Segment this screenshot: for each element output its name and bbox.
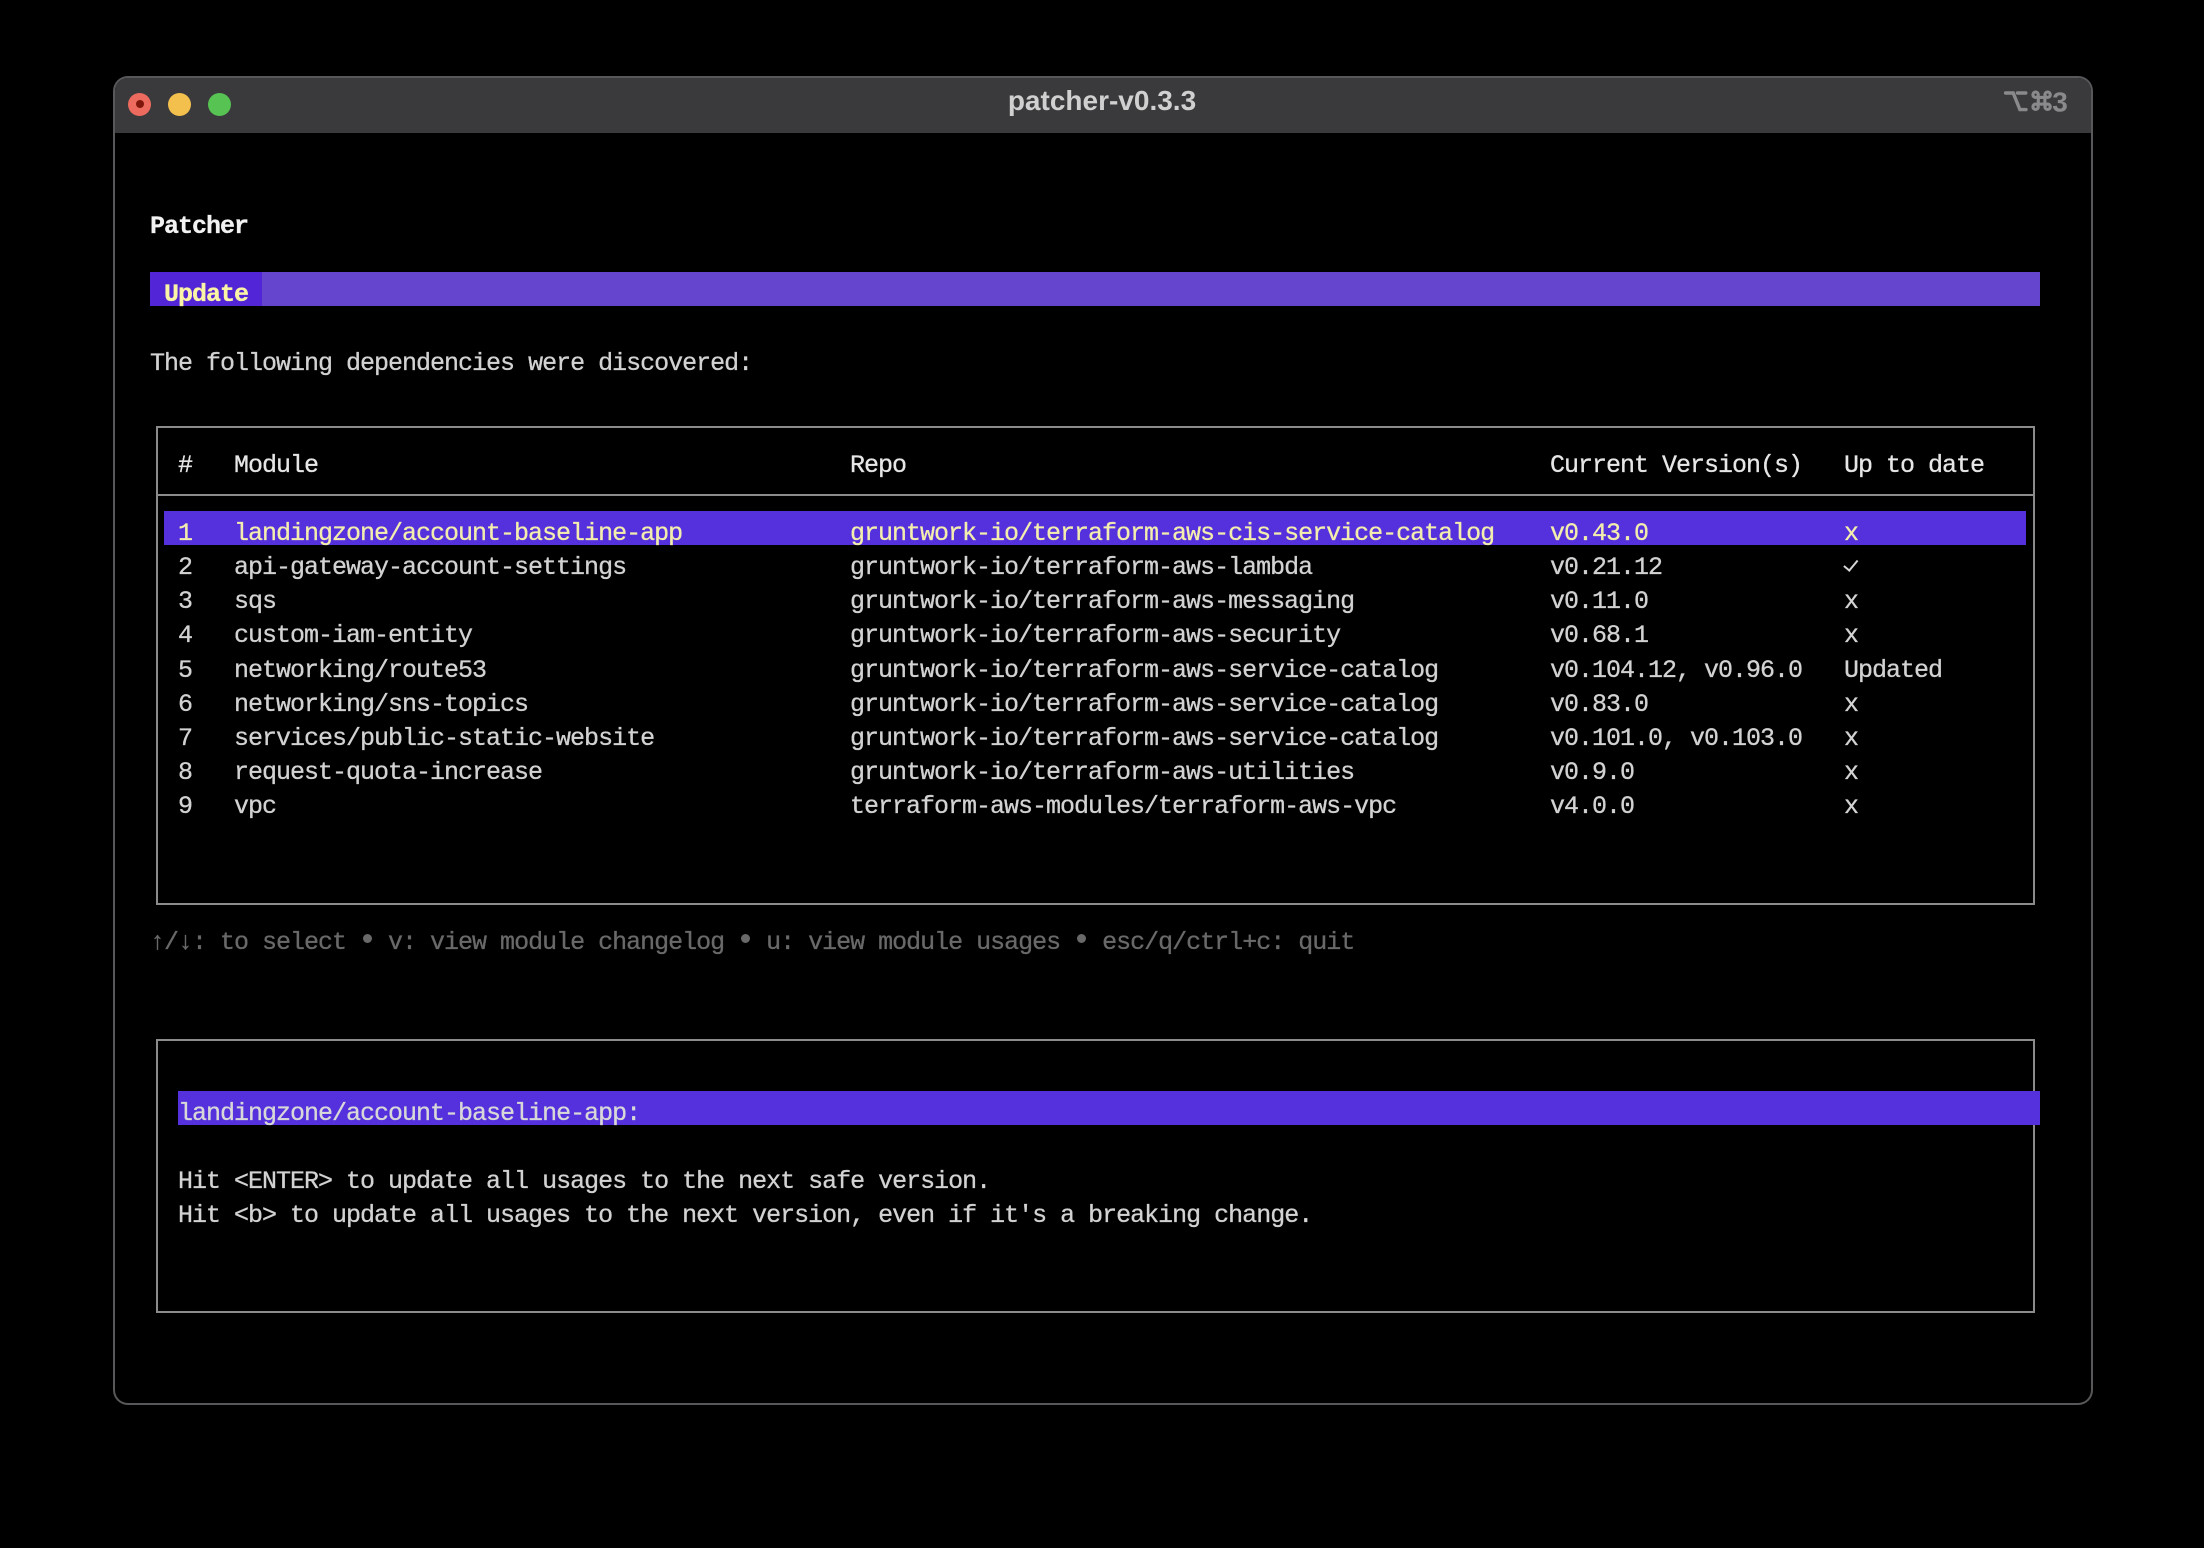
svg-text:3: 3 <box>2052 86 2068 116</box>
